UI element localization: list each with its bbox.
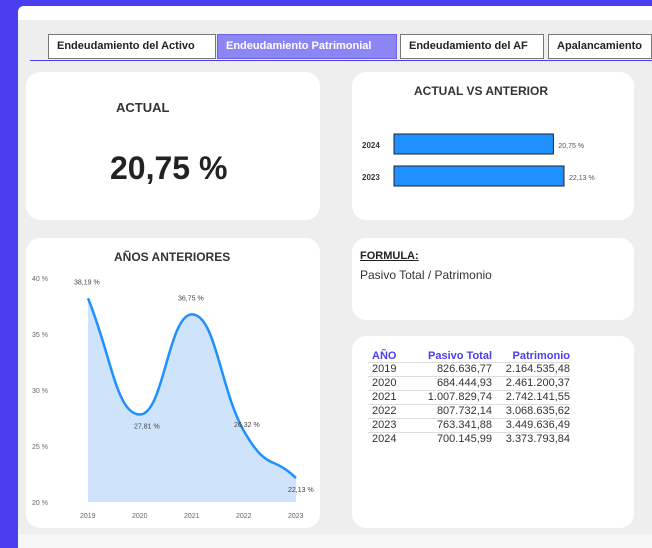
- cell-patrimonio: 2.164.535,48: [505, 363, 570, 375]
- cell-year: 2024: [372, 433, 397, 445]
- formula-card: FORMULA: Pasivo Total / Patrimonio: [352, 238, 634, 320]
- tabs-underline: [30, 60, 652, 61]
- table-row: 2024 700.145,99 3.373.793,84: [368, 432, 570, 447]
- actual-title: ACTUAL: [116, 100, 170, 115]
- cell-pasivo: 684.444,93: [436, 377, 492, 389]
- actual-value: 20,75 %: [110, 150, 228, 186]
- cell-patrimonio: 3.373.793,84: [505, 433, 570, 445]
- table-row: 2020 684.444,93 2.461.200,37: [368, 376, 570, 391]
- y-tick-label: 30 %: [32, 388, 48, 395]
- data-label: 36,75 %: [178, 295, 204, 302]
- y-tick-label: 25 %: [32, 444, 48, 451]
- top-strip: [18, 6, 652, 20]
- cell-patrimonio: 2.742.141,55: [505, 391, 570, 403]
- cell-patrimonio: 2.461.200,37: [505, 377, 570, 389]
- data-label: 26,32 %: [234, 422, 260, 429]
- cell-year: 2023: [372, 419, 397, 431]
- bar: [393, 133, 554, 155]
- x-tick-label: 2021: [184, 513, 200, 520]
- dashboard-panel: Endeudamiento del Activo Endeudamiento P…: [18, 6, 652, 548]
- cell-year: 2022: [372, 405, 397, 417]
- bar-value-label: 20,75 %: [558, 143, 584, 150]
- comparison-chart: 2024 20,75 % 2023 22,13 %: [362, 133, 595, 187]
- bar-category-label: 2024: [362, 141, 380, 150]
- cell-pasivo: 807.732,14: [436, 405, 492, 417]
- tab-endeudamiento-af[interactable]: Endeudamiento del AF: [400, 34, 544, 59]
- area-fill: [88, 298, 296, 502]
- table-header-row: AÑO Pasivo Total Patrimonio: [368, 350, 570, 363]
- history-card: AÑOS ANTERIORES 40 % 35 % 30 % 25 % 20 % 2019…: [26, 238, 320, 528]
- col-header-pasivo: Pasivo Total: [428, 350, 492, 362]
- y-tick-label: 20 %: [32, 500, 48, 507]
- bar-category-label: 2023: [362, 173, 380, 182]
- table-row: 2019 826.636,77 2.164.535,48: [368, 362, 570, 377]
- cell-year: 2020: [372, 377, 397, 389]
- cell-patrimonio: 3.068.635,62: [505, 405, 570, 417]
- bar-value-label: 22,13 %: [569, 175, 595, 182]
- formula-text: Pasivo Total / Patrimonio: [360, 268, 492, 282]
- x-tick-label: 2020: [132, 513, 148, 520]
- cell-pasivo: 826.636,77: [436, 363, 492, 375]
- data-label: 38,19 %: [74, 279, 100, 286]
- data-table: AÑO Pasivo Total Patrimonio 2019 826.636,…: [368, 350, 570, 446]
- cell-pasivo: 1.007.829,74: [427, 391, 492, 403]
- col-header-patrimonio: Patrimonio: [512, 350, 570, 362]
- data-label: 27,81 %: [134, 424, 160, 431]
- tab-apalancamiento[interactable]: Apalancamiento: [548, 34, 652, 59]
- formula-title: FORMULA:: [360, 250, 419, 262]
- y-tick-label: 40 %: [32, 276, 48, 283]
- cell-patrimonio: 3.449.636,49: [505, 419, 570, 431]
- x-tick-label: 2019: [80, 513, 96, 520]
- history-chart: 40 % 35 % 30 % 25 % 20 % 2019 38,19 % 2020 27,81…: [32, 276, 314, 520]
- table-card: AÑO Pasivo Total Patrimonio 2019 826.636,…: [352, 336, 634, 528]
- table-row: 2022 807.732,14 3.068.635,62: [368, 404, 570, 419]
- cell-year: 2019: [372, 363, 397, 375]
- cell-pasivo: 763.341,88: [436, 419, 492, 431]
- tab-endeudamiento-activo[interactable]: Endeudamiento del Activo: [48, 34, 216, 59]
- cell-year: 2021: [372, 391, 397, 403]
- comparison-card: ACTUAL VS ANTERIOR 2024 20,75 % 2023 22,13 …: [352, 72, 634, 220]
- x-tick-label: 2023: [288, 513, 304, 520]
- cell-pasivo: 700.145,99: [436, 433, 492, 445]
- col-header-year: AÑO: [372, 350, 397, 362]
- y-tick-label: 35 %: [32, 332, 48, 339]
- x-tick-label: 2022: [236, 513, 252, 520]
- data-label: 22,13 %: [288, 487, 314, 494]
- tab-endeudamiento-patrimonial[interactable]: Endeudamiento Patrimonial: [217, 34, 397, 59]
- table-row: 2021 1.007.829,74 2.742.141,55: [368, 390, 570, 405]
- table-row: 2023 763.341,88 3.449.636,49: [368, 418, 570, 433]
- bar: [393, 165, 565, 187]
- bottom-strip: [18, 534, 652, 548]
- actual-card: ACTUAL 20,75 %: [26, 72, 320, 220]
